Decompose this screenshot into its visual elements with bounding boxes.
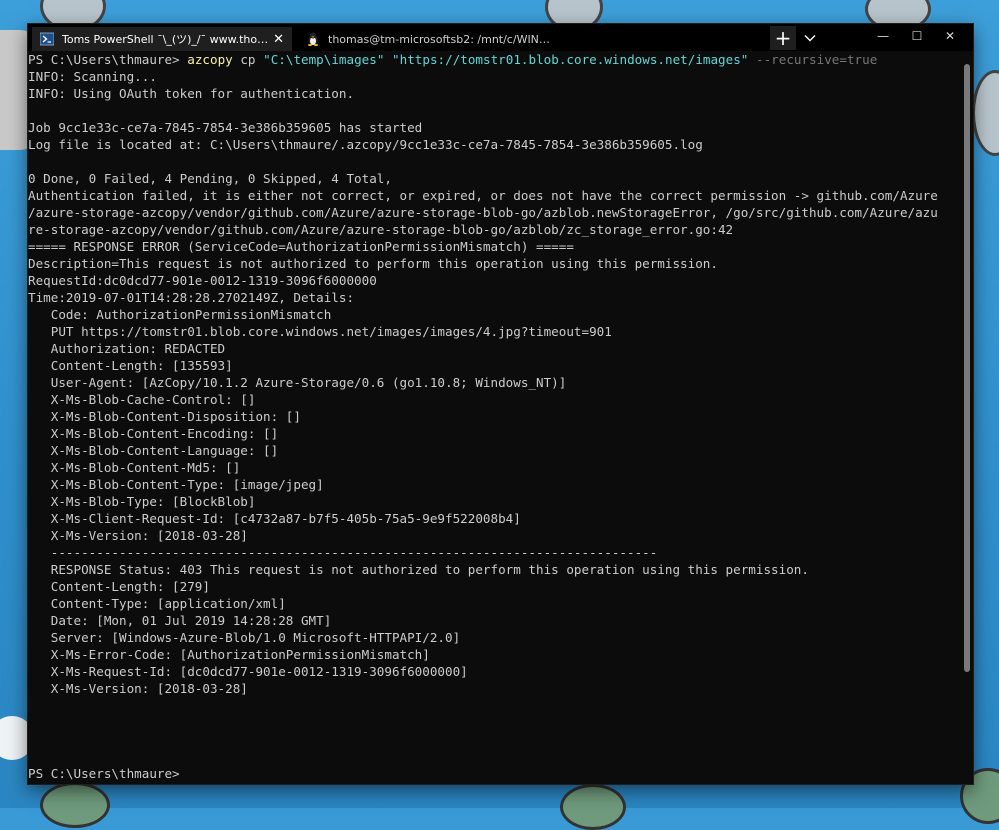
linux-tux-icon <box>306 32 320 46</box>
scrollbar[interactable] <box>964 64 970 672</box>
output-line: RequestId:dc0dcd77-901e-0012-1319-3096f6… <box>28 273 377 288</box>
output-line: User-Agent: [AzCopy/10.1.2 Azure-Storage… <box>28 375 567 390</box>
close-tab-icon[interactable]: ✕ <box>273 32 284 47</box>
output-line: Authorization: REDACTED <box>28 341 226 356</box>
output-line: X-Ms-Blob-Content-Md5: [] <box>28 460 241 475</box>
output-line: Time:2019-07-01T14:28:28.2702149Z, Detai… <box>28 290 355 305</box>
output-line: X-Ms-Request-Id: [dc0dcd77-901e-0012-131… <box>28 664 468 679</box>
output-block: INFO: Scanning... INFO: Using OAuth token… <box>28 68 962 765</box>
output-line: Server: [Windows-Azure-Blob/1.0 Microsof… <box>28 630 461 645</box>
output-line: X-Ms-Version: [2018-03-28] <box>28 528 248 543</box>
output-line: /azure-storage-azcopy/vendor/github.com/… <box>28 205 938 220</box>
tab-powershell-label: Toms PowerShell ¯\_(ツ)_/¯ www.thomasmaur… <box>62 33 274 46</box>
powershell-icon <box>40 32 54 46</box>
command-source: "C:\temp\images" <box>263 52 385 67</box>
wallpaper-robot-right <box>972 70 999 156</box>
output-line: Authentication failed, it is either not … <box>28 188 938 203</box>
output-line: PUT https://tomstr01.blob.core.windows.n… <box>28 324 612 339</box>
tab-linux[interactable]: thomas@tm-microsoftsb2: /mnt/c/WINDOWS/s… <box>298 27 556 51</box>
output-line: X-Ms-Blob-Content-Disposition: [] <box>28 409 301 424</box>
output-line: X-Ms-Blob-Content-Type: [image/jpeg] <box>28 477 324 492</box>
output-line: Date: [Mon, 01 Jul 2019 14:28:28 GMT] <box>28 613 332 628</box>
terminal-window: Toms PowerShell ¯\_(ツ)_/¯ www.thomasmaur… <box>28 24 973 784</box>
output-line: X-Ms-Client-Request-Id: [c4732a87-b7f5-4… <box>28 511 521 526</box>
output-line: X-Ms-Blob-Content-Language: [] <box>28 443 279 458</box>
output-line: Description=This request is not authoriz… <box>28 256 718 271</box>
output-line: re-storage-azcopy/vendor/github.com/Azur… <box>28 222 734 237</box>
output-line: X-Ms-Version: [2018-03-28] <box>28 681 248 696</box>
output-line: Job 9cc1e33c-ce7a-7845-7854-3e386b359605… <box>28 120 423 135</box>
final-prompt: PS C:\Users\thmaure> <box>28 766 180 781</box>
terminal-output[interactable]: PS C:\Users\thmaure> azcopy cp "C:\temp\… <box>28 51 962 784</box>
command-destination: "https://tomstr01.blob.core.windows.net/… <box>392 52 749 67</box>
output-line: RESPONSE Status: 403 This request is not… <box>28 562 809 577</box>
new-tab-button[interactable]: + <box>770 26 796 50</box>
command-line: PS C:\Users\thmaure> azcopy cp "C:\temp\… <box>28 51 962 68</box>
output-line: ===== RESPONSE ERROR (ServiceCode=Author… <box>28 239 574 254</box>
command-name: azcopy <box>187 52 233 67</box>
command-verb: cp <box>240 52 256 67</box>
final-prompt-line[interactable]: PS C:\Users\thmaure> <box>28 765 962 782</box>
output-line: X-Ms-Blob-Content-Encoding: [] <box>28 426 279 441</box>
output-line: Content-Type: [application/xml] <box>28 596 286 611</box>
title-bar: Toms PowerShell ¯\_(ツ)_/¯ www.thomasmaur… <box>28 24 973 51</box>
output-line: INFO: Scanning... <box>28 69 157 84</box>
tab-powershell[interactable]: Toms PowerShell ¯\_(ツ)_/¯ www.thomasmaur… <box>32 27 292 51</box>
prompt: PS C:\Users\thmaure> <box>28 52 180 67</box>
wallpaper-robot-bottom-mid <box>560 784 626 830</box>
output-line: X-Ms-Error-Code: [AuthorizationPermissio… <box>28 647 430 662</box>
tab-linux-label: thomas@tm-microsoftsb2: /mnt/c/WINDOWS/s… <box>328 32 556 46</box>
output-line: Log file is located at: C:\Users\thmaure… <box>28 137 703 152</box>
output-line: X-Ms-Blob-Type: [BlockBlob] <box>28 494 256 509</box>
output-line: 0 Done, 0 Failed, 4 Pending, 0 Skipped, … <box>28 171 392 186</box>
output-line: X-Ms-Blob-Cache-Control: [] <box>28 392 256 407</box>
close-window-button[interactable]: ✕ <box>927 24 973 48</box>
wallpaper-robot-bottom-left <box>40 782 110 828</box>
output-line: ----------------------------------------… <box>28 545 658 560</box>
command-flag: --recursive=true <box>755 52 878 67</box>
output-line: Content-Length: [135593] <box>28 358 233 373</box>
output-line: INFO: Using OAuth token for authenticati… <box>28 86 355 101</box>
output-line: Code: AuthorizationPermissionMismatch <box>28 307 332 322</box>
output-line: Content-Length: [279] <box>28 579 210 594</box>
chevron-down-icon[interactable] <box>798 26 822 50</box>
